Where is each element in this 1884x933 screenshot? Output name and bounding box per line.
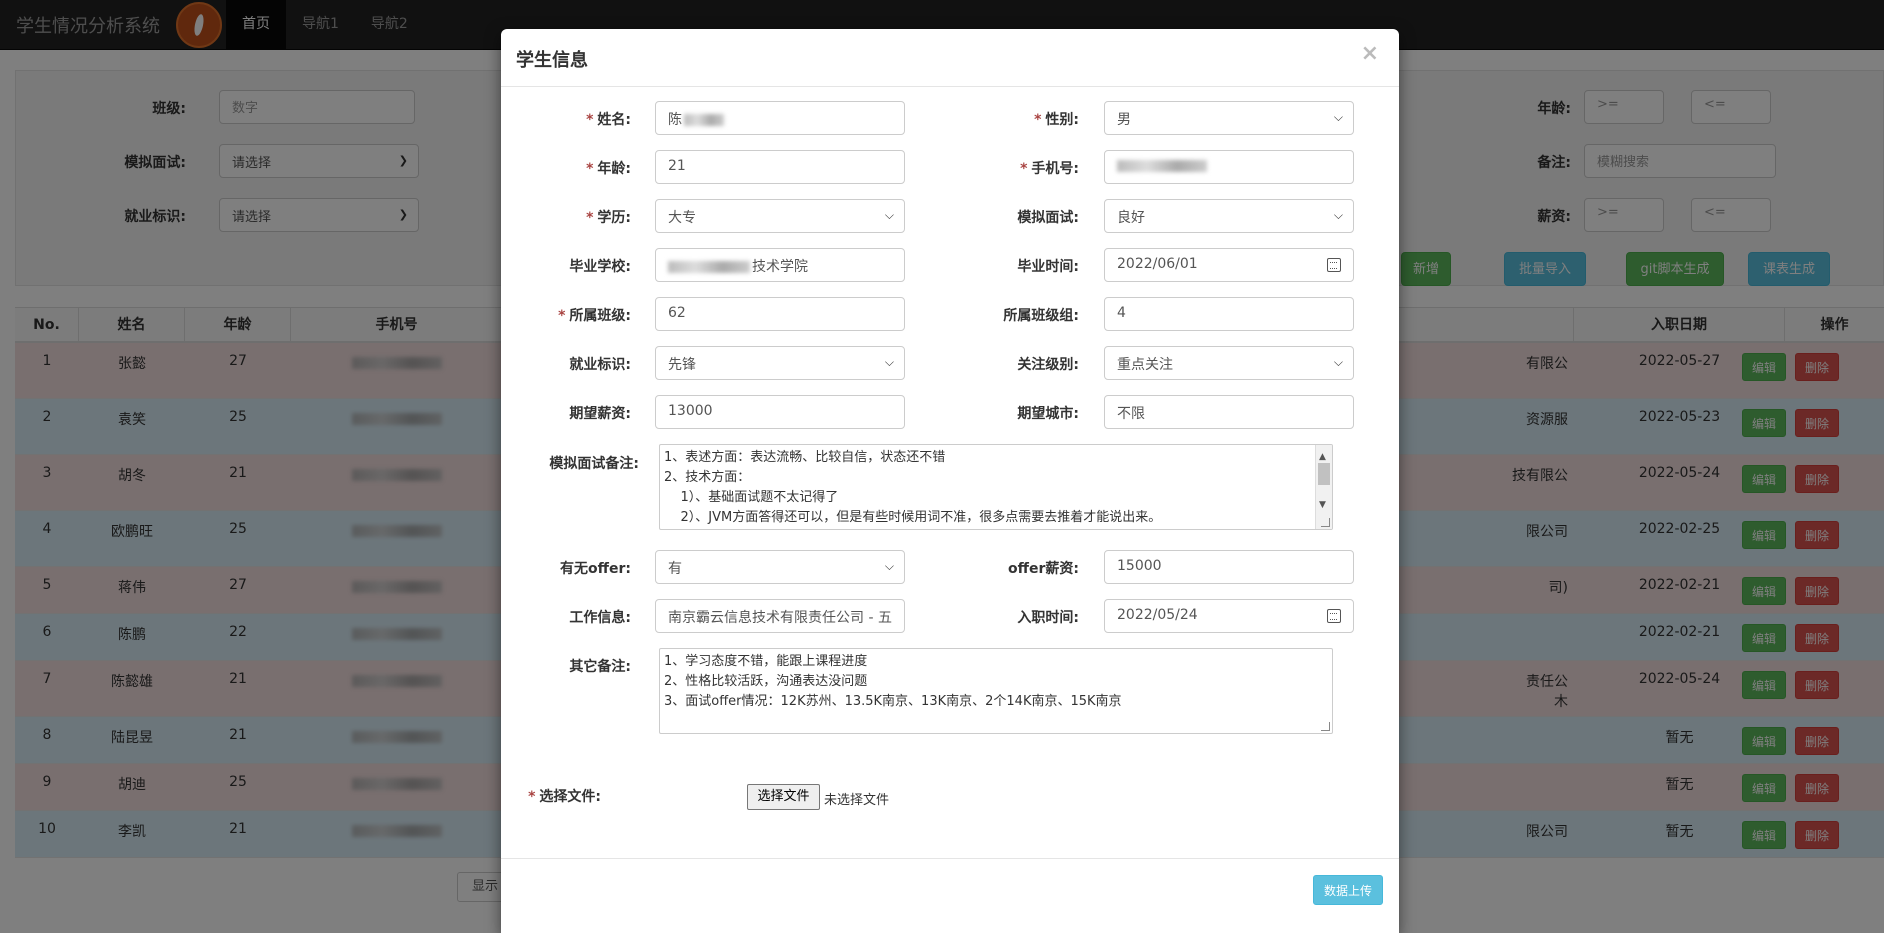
file-label: * 选择文件: [528, 789, 601, 805]
upload-button[interactable]: 数据上传 [1313, 875, 1383, 905]
expected-salary-label: 期望薪资: [569, 406, 631, 422]
offer-salary-label: offer薪资: [1008, 561, 1079, 577]
textarea-line: 1、表述方面：表达流畅、比较自信，状态还不错 [664, 450, 946, 465]
gender-label: * 性别: [1034, 112, 1079, 128]
work-info-input[interactable]: 南京霸云信息技术有限责任公司 - 五 [655, 599, 905, 633]
class-group-input[interactable]: 4 [1104, 297, 1354, 331]
entry-date-label: 入职时间: [1017, 610, 1079, 626]
chevron-down-icon: ⌵ [1333, 110, 1343, 124]
class-label: * 所属班级: [558, 308, 631, 324]
mock-note-lines: 1、表述方面：表达流畅、比较自信，状态还不错 2、技术方面： 1）、基础面试题不太… [664, 448, 1328, 528]
file-status: 未选择文件 [824, 793, 890, 808]
calendar-icon[interactable] [1327, 258, 1341, 272]
expected-city-label: 期望城市: [1017, 406, 1079, 422]
chevron-down-icon: ⌵ [1333, 355, 1343, 369]
name-label: * 姓名: [586, 112, 631, 128]
school-input[interactable]: 技术学院 [655, 248, 905, 282]
education-label: * 学历: [586, 210, 631, 226]
job-flag-select[interactable]: 先锋 ⌵ [655, 346, 905, 380]
student-info-modal: 学生信息 × * 姓名: 陈 * 性别: 男 ⌵ * 年龄: 21 * 手机号: * 学历:… [501, 29, 1399, 933]
focus-level-select[interactable]: 重点关注 ⌵ [1104, 346, 1354, 380]
close-icon[interactable]: × [1361, 41, 1379, 66]
name-input[interactable]: 陈 [655, 101, 905, 135]
chevron-down-icon: ⌵ [1333, 208, 1343, 222]
phone-label: * 手机号: [1020, 161, 1079, 177]
choose-file-button[interactable]: 选择文件 [747, 784, 820, 810]
resize-handle-icon[interactable] [1321, 722, 1330, 731]
entry-date-input[interactable]: 2022/05/24 [1104, 599, 1354, 633]
age-input[interactable]: 21 [655, 150, 905, 184]
textarea-scrollbar[interactable]: ▲ ▼ [1315, 445, 1332, 529]
scroll-thumb[interactable] [1318, 463, 1330, 485]
resize-handle-icon[interactable] [1321, 518, 1330, 527]
mock-interview-label: 模拟面试: [1017, 210, 1079, 226]
calendar-icon[interactable] [1327, 609, 1341, 623]
gender-select[interactable]: 男 ⌵ [1104, 101, 1354, 135]
modal-header: 学生信息 × [501, 29, 1399, 87]
offer-label: 有无offer: [560, 561, 631, 577]
age-label: * 年龄: [586, 161, 631, 177]
modal-footer-divider [501, 858, 1399, 859]
class-input[interactable]: 62 [655, 297, 905, 331]
other-note-lines: 1、学习态度不错，能跟上课程进度 2、性格比较活跃，沟通表达没问题 3、面试offe… [664, 652, 1328, 712]
school-label: 毕业学校: [569, 259, 631, 275]
other-note-label: 其它备注: [569, 659, 631, 675]
mock-note-textarea[interactable]: 1、表述方面：表达流畅、比较自信，状态还不错 2、技术方面： 1）、基础面试题不太… [659, 444, 1333, 530]
chevron-down-icon: ⌵ [884, 559, 894, 573]
modal-title: 学生信息 [516, 50, 588, 71]
job-flag-label: 就业标识: [569, 357, 631, 373]
textarea-line: 2、技术方面： [664, 470, 751, 485]
offer-select[interactable]: 有 ⌵ [655, 550, 905, 584]
graduation-date-input[interactable]: 2022/06/01 [1104, 248, 1354, 282]
class-group-label: 所属班级组: [1003, 308, 1079, 324]
textarea-line: 1）、基础面试题不太记得了 [664, 490, 839, 505]
mock-interview-select[interactable]: 良好 ⌵ [1104, 199, 1354, 233]
textarea-line: 2）、JVM方面答得还可以，但是有些时候用词不准，很多点需要去推着才能说出来。 [664, 510, 1162, 525]
offer-salary-input[interactable]: 15000 [1104, 550, 1354, 584]
chevron-down-icon: ⌵ [884, 355, 894, 369]
textarea-line: 1、学习态度不错，能跟上课程进度 [664, 654, 868, 669]
textarea-line: 3、面试offer情况：12K苏州、13.5K南京、13K南京、2个14K南京、… [664, 694, 1122, 709]
textarea-line: 2、性格比较活跃，沟通表达没问题 [664, 674, 868, 689]
scroll-down-icon[interactable]: ▼ [1319, 495, 1326, 515]
graduation-date-label: 毕业时间: [1017, 259, 1079, 275]
focus-level-label: 关注级别: [1017, 357, 1079, 373]
chevron-down-icon: ⌵ [884, 208, 894, 222]
mock-note-label: 模拟面试备注: [549, 456, 639, 472]
phone-input[interactable] [1104, 150, 1354, 184]
expected-salary-input[interactable]: 13000 [655, 395, 905, 429]
education-select[interactable]: 大专 ⌵ [655, 199, 905, 233]
expected-city-input[interactable]: 不限 [1104, 395, 1354, 429]
work-info-label: 工作信息: [569, 610, 631, 626]
other-note-textarea[interactable]: 1、学习态度不错，能跟上课程进度 2、性格比较活跃，沟通表达没问题 3、面试offe… [659, 648, 1333, 734]
